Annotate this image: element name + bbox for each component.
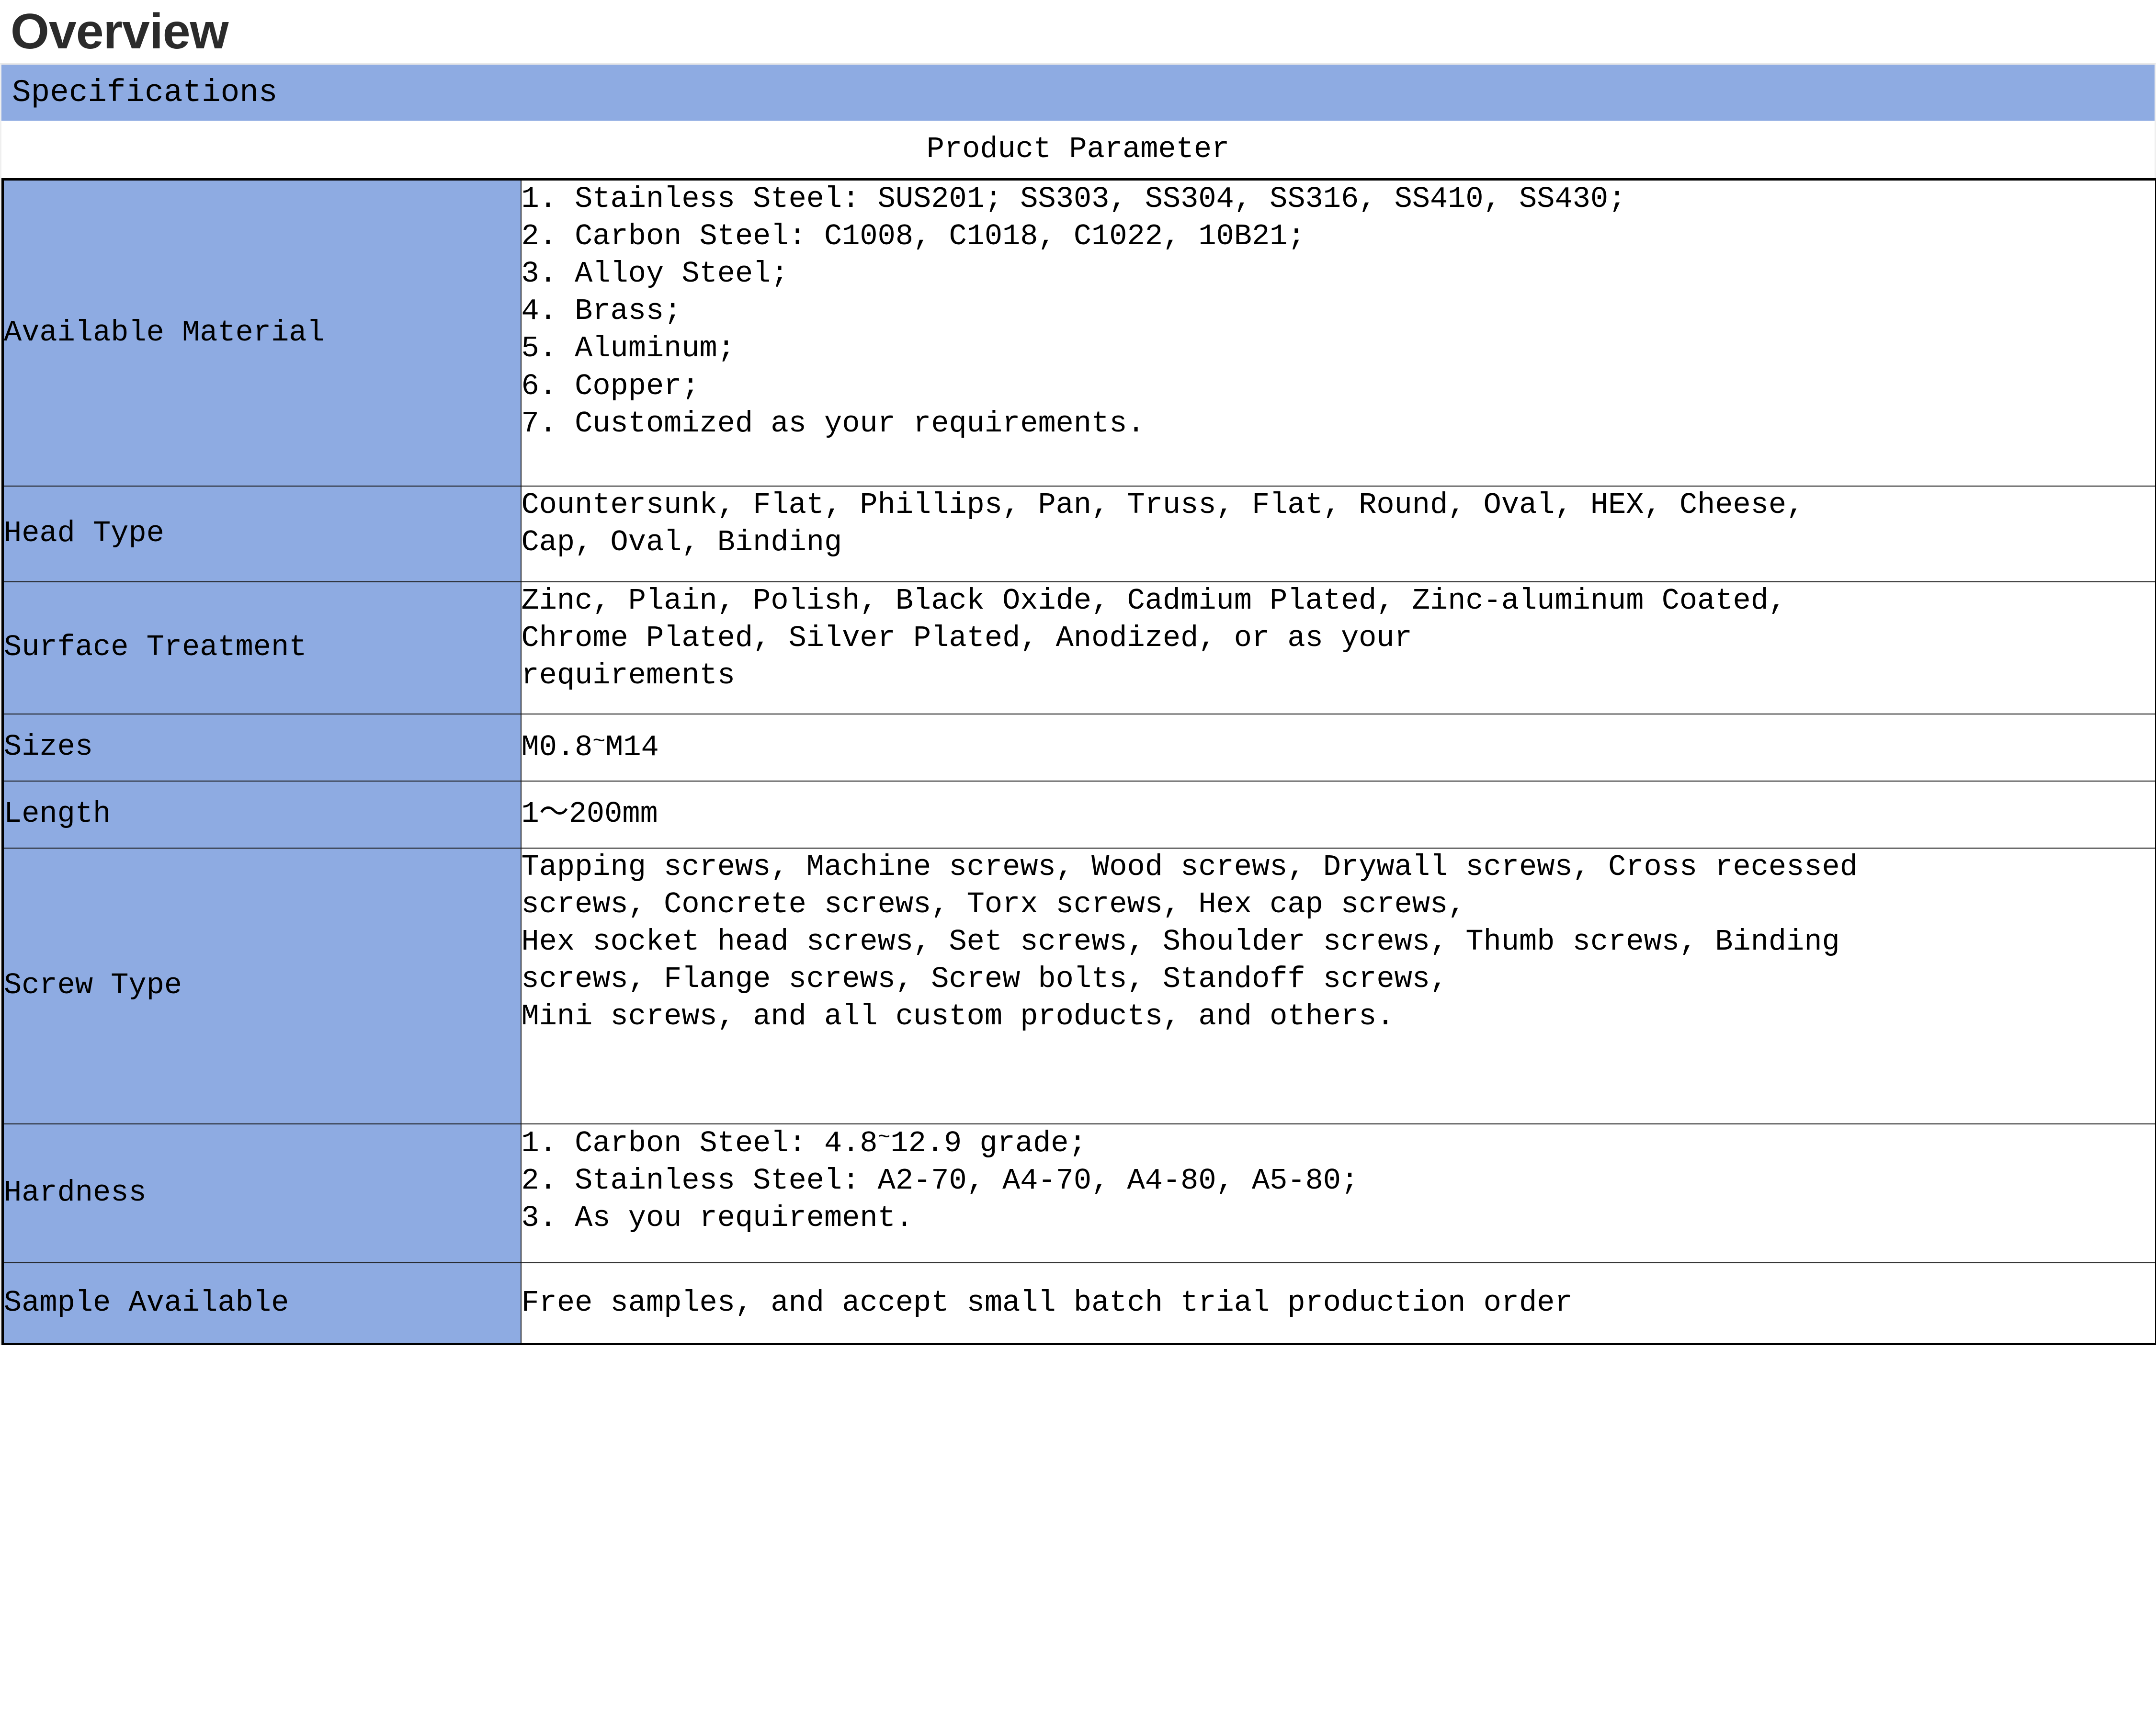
row-label-screw-type: Screw Type — [2, 847, 522, 1124]
value-line: Tapping screws, Machine screws, Wood scr… — [521, 850, 1858, 884]
value-line: 3. As you requirement. — [521, 1201, 914, 1235]
value-line: requirements — [521, 658, 735, 692]
row-value-sample-available: Free samples, and accept small batch tri… — [520, 1262, 2156, 1345]
row-value-hardness: 1. Carbon Steel: 4.8~12.9 grade; 2. Stai… — [520, 1123, 2156, 1263]
table-row: Length 1～200mm — [2, 780, 2156, 849]
row-value-available-material: 1. Stainless Steel: SUS201; SS303, SS304… — [520, 179, 2156, 487]
value-line: 1. Stainless Steel: SUS201; SS303, SS304… — [521, 182, 1626, 216]
value-line: Chrome Plated, Silver Plated, Anodized, … — [521, 621, 1412, 655]
specifications-band: Specifications — [1, 65, 2155, 121]
row-label-length: Length — [2, 780, 522, 849]
row-value-screw-type: Tapping screws, Machine screws, Wood scr… — [520, 847, 2156, 1124]
value-line: screws, Flange screws, Screw bolts, Stan… — [521, 962, 1448, 996]
overview-page: Overview Specifications Product Paramete… — [0, 0, 2156, 1723]
value-line: 6. Copper; — [521, 369, 700, 403]
value-line: 1. Carbon Steel: 4.8~12.9 grade; — [521, 1125, 1087, 1160]
table-row: Hardness 1. Carbon Steel: 4.8~12.9 grade… — [2, 1123, 2156, 1263]
table-row: Head Type Countersunk, Flat, Phillips, P… — [2, 485, 2156, 582]
value-line: 1～200mm — [521, 797, 658, 831]
row-value-length: 1～200mm — [520, 780, 2156, 849]
specifications-panel: Specifications Product Parameter Availab… — [0, 63, 2156, 1345]
value-line: 2. Stainless Steel: A2-70, A4-70, A4-80,… — [521, 1163, 1359, 1198]
table-row: Screw Type Tapping screws, Machine screw… — [2, 847, 2156, 1124]
page-title: Overview — [11, 4, 229, 59]
table-row: Available Material 1. Stainless Steel: S… — [2, 179, 2156, 487]
table-row: Surface Treatment Zinc, Plain, Polish, B… — [2, 581, 2156, 714]
row-label-hardness: Hardness — [2, 1123, 522, 1263]
row-label-sizes: Sizes — [2, 713, 522, 782]
product-parameter-table: Available Material 1. Stainless Steel: S… — [1, 178, 2156, 1345]
row-label-sample-available: Sample Available — [2, 1262, 522, 1345]
value-line: 3. Alloy Steel; — [521, 257, 789, 291]
value-line: 2. Carbon Steel: C1008, C1018, C1022, 10… — [521, 219, 1305, 254]
row-label-available-material: Available Material — [2, 179, 522, 487]
value-line: Cap, Oval, Binding — [521, 525, 842, 559]
value-line: 4. Brass; — [521, 294, 682, 329]
table-row: Sample Available Free samples, and accep… — [2, 1262, 2156, 1345]
value-line: M0.8~M14 — [521, 729, 659, 764]
row-value-sizes: M0.8~M14 — [520, 713, 2156, 782]
value-line: Countersunk, Flat, Phillips, Pan, Truss,… — [521, 487, 1804, 522]
row-label-head-type: Head Type — [2, 485, 522, 582]
value-line: Hex socket head screws, Set screws, Shou… — [521, 924, 1840, 959]
table-row: Sizes M0.8~M14 — [2, 713, 2156, 782]
value-line: Mini screws, and all custom products, an… — [521, 999, 1395, 1033]
value-line: screws, Concrete screws, Torx screws, He… — [521, 887, 1466, 921]
value-line: 7. Customized as your requirements. — [521, 406, 1145, 441]
value-line: Zinc, Plain, Polish, Black Oxide, Cadmiu… — [521, 583, 1787, 618]
product-parameter-title: Product Parameter — [1, 121, 2155, 178]
row-value-surface-treatment: Zinc, Plain, Polish, Black Oxide, Cadmiu… — [520, 581, 2156, 714]
row-label-surface-treatment: Surface Treatment — [2, 581, 522, 714]
value-line: 5. Aluminum; — [521, 331, 735, 366]
value-line: Free samples, and accept small batch tri… — [521, 1285, 1573, 1320]
row-value-head-type: Countersunk, Flat, Phillips, Pan, Truss,… — [520, 485, 2156, 582]
